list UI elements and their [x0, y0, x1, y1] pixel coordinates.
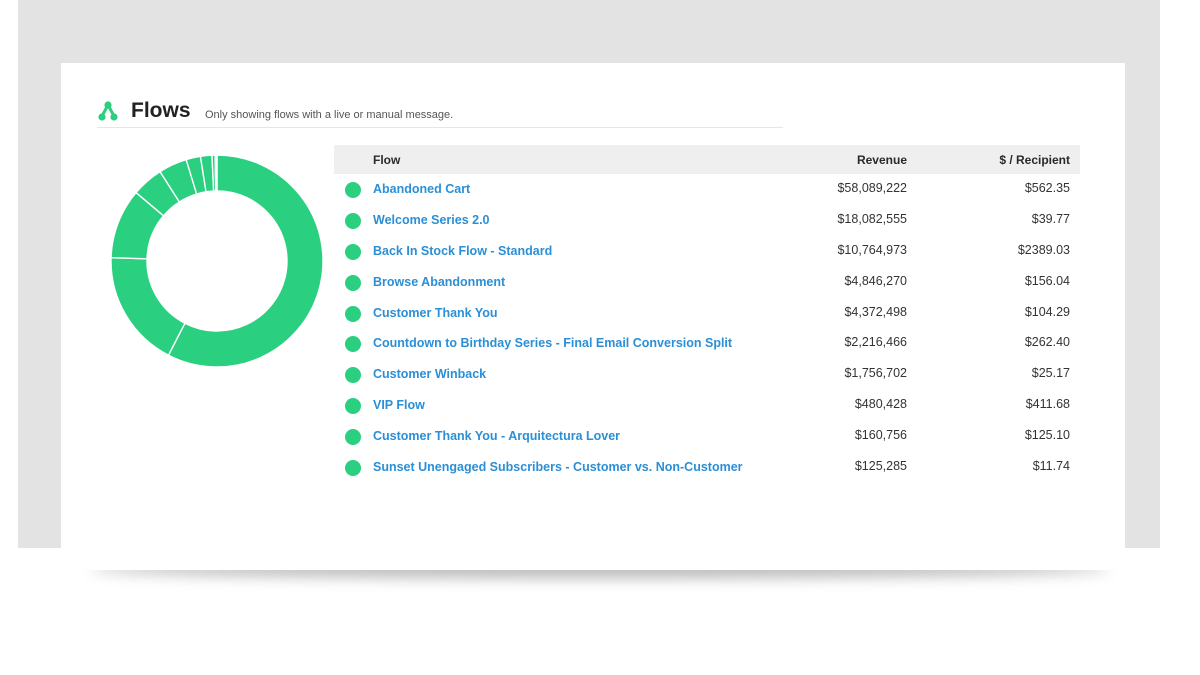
- flow-status-dot: [345, 398, 361, 415]
- table-row: Back In Stock Flow - Standard $10,764,973…: [334, 236, 1080, 267]
- flow-per-recipient: $125.10: [1024, 428, 1070, 443]
- table-row: Countdown to Birthday Series - Final Ema…: [334, 328, 1080, 359]
- flow-revenue: $4,846,270: [844, 273, 907, 288]
- flow-per-recipient: $411.68: [1025, 397, 1070, 412]
- flow-link[interactable]: Countdown to Birthday Series - Final Ema…: [373, 336, 732, 350]
- flow-link[interactable]: Browse Abandonment: [373, 275, 505, 289]
- flow-status-dot: [345, 274, 361, 291]
- column-header-per-recipient[interactable]: $ / Recipient: [999, 153, 1070, 167]
- flow-link[interactable]: Customer Thank You - Arquitectura Lover: [373, 429, 620, 443]
- flow-per-recipient: $39.77: [1031, 211, 1070, 226]
- flow-revenue: $480,428: [854, 397, 907, 412]
- table-body: Abandoned Cart $58,089,222 $562.35 Welcome …: [334, 174, 1080, 483]
- page-title: Flows: [131, 99, 191, 122]
- flow-revenue: $58,089,222: [837, 181, 907, 195]
- flow-link[interactable]: Abandoned Cart: [373, 182, 470, 196]
- table-row: Customer Winback $1,756,702 $25.17: [334, 359, 1080, 390]
- flow-revenue: $160,756: [854, 428, 907, 443]
- flow-status-dot: [345, 212, 361, 229]
- flow-per-recipient: $104.29: [1024, 304, 1070, 319]
- table-row: VIP Flow $480,428 $411.68: [334, 390, 1080, 421]
- flows-table: Flow Revenue $ / Recipient Abandoned Car…: [334, 145, 1080, 483]
- flow-link[interactable]: Welcome Series 2.0: [373, 213, 490, 227]
- table-row: Customer Thank You $4,372,498 $104.29: [334, 298, 1080, 329]
- flow-link[interactable]: Customer Winback: [373, 367, 486, 381]
- table-row: Abandoned Cart $58,089,222 $562.35: [334, 174, 1080, 205]
- flow-link[interactable]: Customer Thank You: [373, 306, 498, 320]
- table-row: Welcome Series 2.0 $18,082,555 $39.77: [334, 205, 1080, 236]
- flow-status-dot: [345, 460, 361, 477]
- flow-per-recipient: $11.74: [1032, 459, 1070, 474]
- donut-slice: [110, 256, 186, 357]
- flow-revenue: $18,082,555: [837, 211, 907, 226]
- flow-status-dot: [345, 336, 361, 353]
- table-header: Flow Revenue $ / Recipient: [334, 145, 1080, 174]
- flow-status-dot: [345, 243, 361, 260]
- table-row: Sunset Unengaged Subscribers - Customer …: [334, 452, 1080, 483]
- flow-link[interactable]: VIP Flow: [373, 398, 425, 412]
- revenue-donut-chart: [110, 154, 324, 368]
- flow-per-recipient: $262.40: [1024, 335, 1070, 350]
- flow-revenue: $2,216,466: [844, 335, 907, 350]
- flow-link[interactable]: Back In Stock Flow - Standard: [373, 244, 552, 258]
- flow-per-recipient: $2389.03: [1017, 242, 1070, 257]
- flow-status-dot: [345, 182, 361, 198]
- table-row: Browse Abandonment $4,846,270 $156.04: [334, 267, 1080, 298]
- donut-slice: [215, 154, 218, 192]
- flow-status-dot: [345, 367, 361, 384]
- flow-revenue: $10,764,973: [837, 242, 907, 257]
- flows-header: Flows Only showing flows with a live or …: [97, 97, 783, 128]
- flow-per-recipient: $562.35: [1024, 181, 1070, 195]
- flows-icon: [98, 101, 118, 121]
- flow-revenue: $4,372,498: [844, 304, 907, 319]
- flow-status-dot: [345, 429, 361, 446]
- page-subtitle: Only showing flows with a live or manual…: [205, 109, 454, 121]
- flow-revenue: $1,756,702: [844, 366, 907, 381]
- column-header-revenue[interactable]: Revenue: [857, 153, 907, 167]
- flow-link[interactable]: Sunset Unengaged Subscribers - Customer …: [373, 460, 743, 474]
- flows-card: Flows Only showing flows with a live or …: [61, 63, 1125, 570]
- flow-revenue: $125,285: [854, 459, 907, 474]
- flow-per-recipient: $156.04: [1024, 273, 1070, 288]
- flow-per-recipient: $25.17: [1031, 366, 1070, 381]
- flow-status-dot: [345, 305, 361, 322]
- column-header-flow[interactable]: Flow: [373, 153, 400, 167]
- table-row: Customer Thank You - Arquitectura Lover $…: [334, 421, 1080, 452]
